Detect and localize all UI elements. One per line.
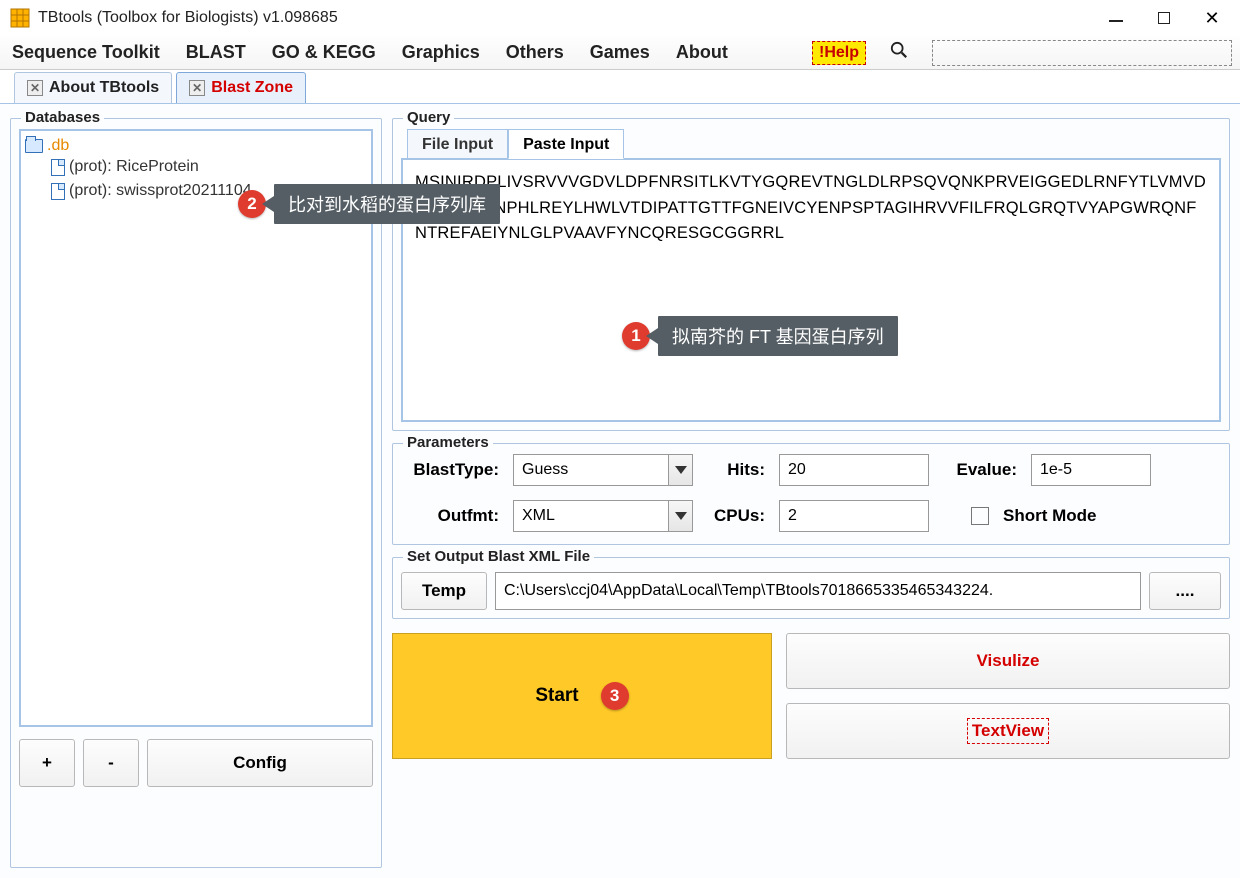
- textview-button[interactable]: TextView: [786, 703, 1230, 759]
- window-controls: ✕: [1106, 8, 1230, 28]
- annotation-callout-2: 比对到水稻的蛋白序列库: [274, 184, 500, 224]
- query-textarea[interactable]: MSINIRDPLIVSRVVVGDVLDPFNRSITLKVTYGQREVTN…: [401, 158, 1221, 422]
- menu-others[interactable]: Others: [502, 40, 568, 65]
- tab-file-input[interactable]: File Input: [407, 129, 508, 159]
- tree-item-riceprotein[interactable]: (prot): RiceProtein: [51, 155, 367, 179]
- start-button[interactable]: Start 3: [392, 633, 772, 759]
- temp-button[interactable]: Temp: [401, 572, 487, 610]
- databases-panel: Databases .db (prot): RiceProtein (prot)…: [10, 118, 382, 868]
- tab-paste-input[interactable]: Paste Input: [508, 129, 624, 159]
- output-panel: Set Output Blast XML File Temp C:\Users\…: [392, 557, 1230, 619]
- file-icon: [51, 159, 65, 176]
- titlebar: TBtools (Toolbox for Biologists) v1.0986…: [0, 0, 1240, 36]
- annotation-2: 2 比对到水稻的蛋白序列库: [238, 184, 500, 224]
- app-icon: [10, 8, 30, 28]
- output-legend: Set Output Blast XML File: [403, 548, 594, 565]
- annotation-callout-1: 拟南芥的 FT 基因蛋白序列: [658, 316, 898, 356]
- label-shortmode: Short Mode: [1003, 506, 1097, 526]
- tab-blast-zone[interactable]: ✕ Blast Zone: [176, 72, 306, 103]
- blasttype-select[interactable]: Guess: [513, 454, 693, 486]
- tree-root[interactable]: .db: [25, 137, 367, 155]
- folder-icon: [25, 139, 43, 153]
- label-blasttype: BlastType:: [401, 460, 499, 480]
- menu-graphics[interactable]: Graphics: [398, 40, 484, 65]
- maximize-button[interactable]: [1154, 8, 1174, 28]
- annotation-1: 1 拟南芥的 FT 基因蛋白序列: [622, 316, 898, 356]
- close-button[interactable]: ✕: [1202, 8, 1222, 28]
- file-icon: [51, 183, 65, 200]
- label-evalue: Evalue:: [943, 460, 1017, 480]
- annotation-badge-3: 3: [601, 682, 629, 710]
- window-title: TBtools (Toolbox for Biologists) v1.0986…: [38, 9, 338, 27]
- minimize-button[interactable]: [1106, 8, 1126, 28]
- document-tabs: ✕ About TBtools ✕ Blast Zone: [0, 70, 1240, 104]
- menu-go-kegg[interactable]: GO & KEGG: [268, 40, 380, 65]
- evalue-input[interactable]: [1031, 454, 1151, 486]
- query-panel: Query File Input Paste Input MSINIRDPLIV…: [392, 118, 1230, 431]
- menu-blast[interactable]: BLAST: [182, 40, 250, 65]
- config-db-button[interactable]: Config: [147, 739, 373, 787]
- search-input[interactable]: [932, 40, 1232, 66]
- hits-input[interactable]: [779, 454, 929, 486]
- help-button[interactable]: !Help: [812, 41, 866, 65]
- shortmode-checkbox[interactable]: [971, 507, 989, 525]
- outfmt-select[interactable]: XML: [513, 500, 693, 532]
- query-legend: Query: [403, 109, 454, 126]
- tab-close-icon[interactable]: ✕: [27, 80, 43, 96]
- menu-games[interactable]: Games: [586, 40, 654, 65]
- browse-button[interactable]: ....: [1149, 572, 1221, 610]
- label-outfmt: Outfmt:: [401, 506, 499, 526]
- sequence-text: MSINIRDPLIVSRVVVGDVLDPFNRSITLKVTYGQREVTN…: [415, 170, 1207, 247]
- parameters-panel: Parameters BlastType: Guess Hits: Evalue…: [392, 443, 1230, 545]
- menubar: Sequence Toolkit BLAST GO & KEGG Graphic…: [0, 36, 1240, 70]
- databases-legend: Databases: [21, 109, 104, 126]
- menu-about[interactable]: About: [672, 40, 732, 65]
- label-hits: Hits:: [707, 460, 765, 480]
- parameters-legend: Parameters: [403, 434, 493, 451]
- search-icon[interactable]: [890, 41, 908, 64]
- tab-close-icon[interactable]: ✕: [189, 80, 205, 96]
- menu-sequence-toolkit[interactable]: Sequence Toolkit: [8, 40, 164, 65]
- cpus-input[interactable]: [779, 500, 929, 532]
- output-path-input[interactable]: C:\Users\ccj04\AppData\Local\Temp\TBtool…: [495, 572, 1141, 610]
- right-column: Query File Input Paste Input MSINIRDPLIV…: [392, 118, 1230, 868]
- remove-db-button[interactable]: -: [83, 739, 139, 787]
- visualize-button[interactable]: Visulize: [786, 633, 1230, 689]
- main-area: Databases .db (prot): RiceProtein (prot)…: [0, 104, 1240, 878]
- add-db-button[interactable]: +: [19, 739, 75, 787]
- tab-about-tbtools[interactable]: ✕ About TBtools: [14, 72, 172, 103]
- action-row: Start 3 Visulize TextView: [392, 633, 1230, 759]
- chevron-down-icon: [668, 501, 692, 531]
- chevron-down-icon: [668, 455, 692, 485]
- label-cpus: CPUs:: [707, 506, 765, 526]
